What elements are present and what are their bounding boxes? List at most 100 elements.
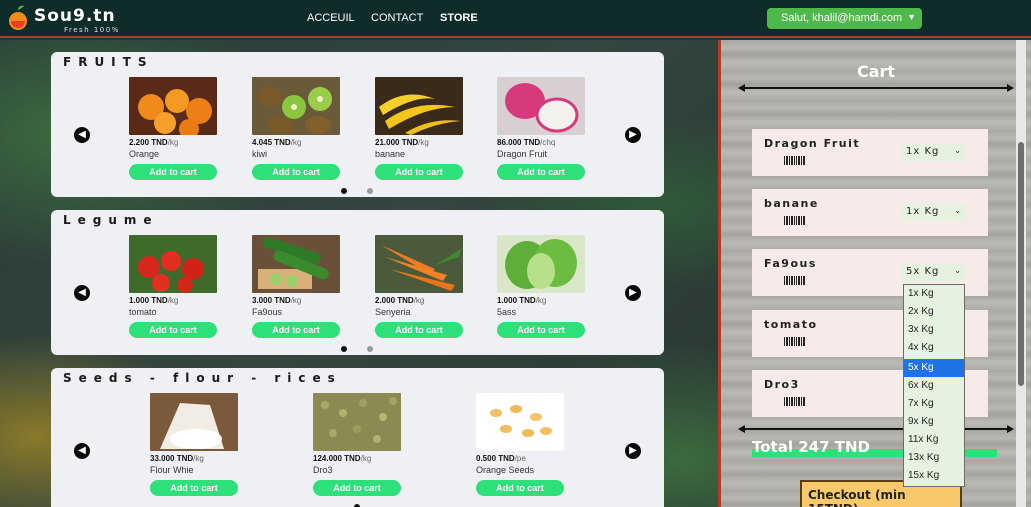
dropdown-option-selected[interactable]: 5x Kg bbox=[904, 359, 964, 377]
brand-logo[interactable]: Sou9.tn Fresh 100% bbox=[6, 2, 146, 36]
orange-logo-icon bbox=[9, 5, 27, 30]
product-image-tomato bbox=[129, 235, 217, 293]
cart-title: Cart bbox=[857, 62, 896, 81]
brand-name: Sou9.tn bbox=[34, 6, 116, 26]
dropdown-option[interactable]: 4x Kg bbox=[904, 339, 964, 357]
add-to-cart-button[interactable]: Add to cart bbox=[497, 322, 585, 338]
arrow-left-icon bbox=[738, 425, 745, 433]
add-to-cart-button[interactable]: Add to cart bbox=[375, 322, 463, 338]
product-image-orange-seeds bbox=[476, 393, 564, 451]
product-name: Flour Whie bbox=[150, 465, 194, 475]
product-price: 4.045 TND/kg bbox=[252, 138, 302, 147]
cart-item-name: tomato bbox=[764, 318, 818, 331]
add-to-cart-button[interactable]: Add to cart bbox=[150, 480, 238, 496]
dropdown-option[interactable]: 11x Kg bbox=[904, 431, 964, 449]
product-image-carrot bbox=[375, 235, 463, 293]
product-name: tomato bbox=[129, 307, 157, 317]
nav-link-store[interactable]: STORE bbox=[440, 12, 478, 24]
cart-item-name: Dragon Fruit bbox=[764, 137, 861, 150]
arrow-right-icon bbox=[1007, 425, 1014, 433]
dropdown-option[interactable]: 15x Kg bbox=[904, 467, 964, 485]
dropdown-option[interactable]: 6x Kg bbox=[904, 377, 964, 395]
barcode-icon bbox=[784, 156, 805, 165]
product-name: Orange bbox=[129, 149, 160, 159]
cart-item-name: banane bbox=[764, 197, 819, 210]
carousel-dot[interactable] bbox=[341, 346, 347, 352]
carousel-next-button[interactable]: ▶ bbox=[625, 285, 641, 301]
nav-link-contact[interactable]: CONTACT bbox=[371, 12, 423, 24]
barcode-icon bbox=[784, 276, 805, 285]
product-price: 0.500 TND/pe bbox=[476, 454, 526, 463]
carousel-next-button[interactable]: ▶ bbox=[625, 443, 641, 459]
quantity-select[interactable]: 1x Kg ⌄ bbox=[902, 144, 966, 161]
user-menu-button[interactable]: Salut, khalil@hamdi.com ▼ bbox=[767, 8, 922, 29]
carousel-dot[interactable] bbox=[341, 188, 347, 194]
quantity-select[interactable]: 5x Kg ⌄ bbox=[902, 264, 966, 281]
add-to-cart-button[interactable]: Add to cart bbox=[476, 480, 564, 496]
scrollbar-thumb[interactable] bbox=[1018, 142, 1024, 386]
carousel-prev-button[interactable]: ◀ bbox=[74, 443, 90, 459]
add-to-cart-button[interactable]: Add to cart bbox=[375, 164, 463, 180]
product-image-dragon-fruit bbox=[497, 77, 585, 135]
dropdown-option[interactable]: 13x Kg bbox=[904, 449, 964, 467]
product-price: 2.200 TND/kg bbox=[129, 138, 179, 147]
product-name: Senyeria bbox=[375, 307, 411, 317]
product-name: kiwi bbox=[252, 149, 267, 159]
cart-item-name: Dro3 bbox=[764, 378, 800, 391]
cart-item: Dragon Fruit 1x Kg ⌄ bbox=[752, 129, 988, 176]
carousel-dot[interactable] bbox=[367, 188, 373, 194]
cart-item-name: Fa9ous bbox=[764, 257, 817, 270]
arrow-left-icon bbox=[738, 84, 745, 92]
barcode-icon bbox=[784, 337, 805, 346]
quantity-select[interactable]: 1x Kg ⌄ bbox=[902, 204, 966, 221]
add-to-cart-button[interactable]: Add to cart bbox=[252, 164, 340, 180]
carousel-prev-button[interactable]: ◀ bbox=[74, 127, 90, 143]
quantity-dropdown[interactable]: 1x Kg 2x Kg 3x Kg 4x Kg 5x Kg 6x Kg 7x K… bbox=[903, 284, 965, 487]
add-to-cart-button[interactable]: Add to cart bbox=[252, 322, 340, 338]
barcode-icon bbox=[784, 397, 805, 406]
dropdown-option[interactable]: 3x Kg bbox=[904, 321, 964, 339]
chevron-down-icon: ▼ bbox=[907, 12, 916, 22]
divider bbox=[740, 428, 1012, 430]
add-to-cart-button[interactable]: Add to cart bbox=[497, 164, 585, 180]
product-name: Dro3 bbox=[313, 465, 333, 475]
product-image-lettuce bbox=[497, 235, 585, 293]
product-price: 1.000 TND/kg bbox=[497, 296, 547, 305]
navbar: Sou9.tn Fresh 100% ACCEUIL CONTACT STORE… bbox=[0, 0, 1031, 38]
product-price: 1.000 TND/kg bbox=[129, 296, 179, 305]
product-name: banane bbox=[375, 149, 406, 159]
barcode-icon bbox=[784, 216, 805, 225]
chevron-down-icon: ⌄ bbox=[954, 266, 962, 275]
product-price: 33.000 TND/kg bbox=[150, 454, 204, 463]
product-name: Fa9ous bbox=[252, 307, 283, 317]
product-image-cucumber bbox=[252, 235, 340, 293]
total-text: Total 247 TND bbox=[752, 438, 870, 456]
product-name: Orange Seeds bbox=[476, 465, 535, 475]
add-to-cart-button[interactable]: Add to cart bbox=[313, 480, 401, 496]
product-price: 21.000 TND/kg bbox=[375, 138, 429, 147]
product-name: 5ass bbox=[497, 307, 517, 317]
section-title: Seeds - flour - rices bbox=[63, 371, 342, 385]
product-price: 124.000 TND/kg bbox=[313, 454, 372, 463]
dropdown-option[interactable]: 2x Kg bbox=[904, 303, 964, 321]
chevron-down-icon: ⌄ bbox=[954, 206, 962, 215]
product-image-banane bbox=[375, 77, 463, 135]
add-to-cart-button[interactable]: Add to cart bbox=[129, 164, 217, 180]
add-to-cart-button[interactable]: Add to cart bbox=[129, 322, 217, 338]
dropdown-option[interactable]: 9x Kg bbox=[904, 413, 964, 431]
product-image-kiwi bbox=[252, 77, 340, 135]
section-title: FRUITS bbox=[63, 55, 154, 69]
carousel-dot[interactable] bbox=[367, 346, 373, 352]
product-image-flour bbox=[150, 393, 238, 451]
product-image-dro3 bbox=[313, 393, 401, 451]
dropdown-option[interactable]: 7x Kg bbox=[904, 395, 964, 413]
carousel-prev-button[interactable]: ◀ bbox=[74, 285, 90, 301]
nav-link-acceuil[interactable]: ACCEUIL bbox=[307, 12, 355, 24]
divider bbox=[740, 87, 1012, 89]
product-price: 3.000 TND/kg bbox=[252, 296, 302, 305]
arrow-right-icon bbox=[1007, 84, 1014, 92]
dropdown-option[interactable]: 1x Kg bbox=[904, 285, 964, 303]
product-price: 2.000 TND/kg bbox=[375, 296, 425, 305]
carousel-next-button[interactable]: ▶ bbox=[625, 127, 641, 143]
product-image-orange bbox=[129, 77, 217, 135]
